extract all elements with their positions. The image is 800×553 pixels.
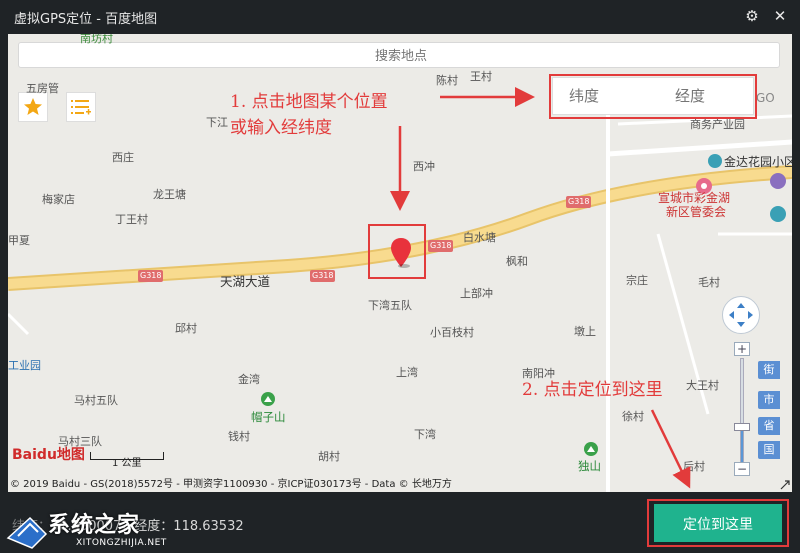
close-icon[interactable]: ✕ <box>770 6 790 26</box>
locate-here-button[interactable]: 定位到这里 <box>654 504 782 542</box>
title-bar: 虚拟GPS定位 - 百度地图 ⚙ ✕ <box>0 0 800 33</box>
watermark-subtext: XITONGZHIJIA.NET <box>76 538 167 548</box>
watermark-text: 系统之家 <box>48 513 141 538</box>
gear-icon[interactable]: ⚙ <box>742 6 762 26</box>
annotation-arrows <box>390 87 691 489</box>
window-title: 虚拟GPS定位 - 百度地图 <box>14 12 158 27</box>
map-canvas[interactable]: GO 南坊村 五房管 陈村 王村 下江 西庄 西冲 龙王塘 梅家店 丁王村 甲夏… <box>8 34 792 492</box>
